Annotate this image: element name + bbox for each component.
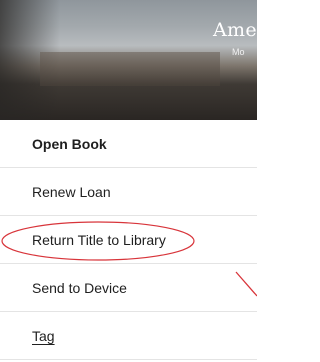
menu-item-label: Tag <box>32 327 55 344</box>
menu-item-renew-loan[interactable]: Renew Loan <box>0 168 257 216</box>
menu-item-tag[interactable]: Tag <box>0 312 257 360</box>
menu-item-open-book[interactable]: Open Book <box>0 120 257 168</box>
book-subtitle: Mo <box>232 47 245 57</box>
menu-item-label: Open Book <box>32 135 107 152</box>
menu-item-send-to-device[interactable]: Send to Device <box>0 264 257 312</box>
menu-item-label: Renew Loan <box>32 183 111 200</box>
app-screen: Ame Mo Open Book Renew Loan Return Title… <box>0 0 257 362</box>
menu-item-label: Return Title to Library <box>32 231 166 248</box>
cover-image-building <box>40 52 220 86</box>
menu-item-return-title[interactable]: Return Title to Library <box>0 216 257 264</box>
menu-item-label: Send to Device <box>32 279 127 296</box>
book-title: Ame <box>213 19 257 41</box>
book-cover-header: Ame Mo <box>0 0 257 120</box>
book-actions-menu: Open Book Renew Loan Return Title to Lib… <box>0 120 257 360</box>
